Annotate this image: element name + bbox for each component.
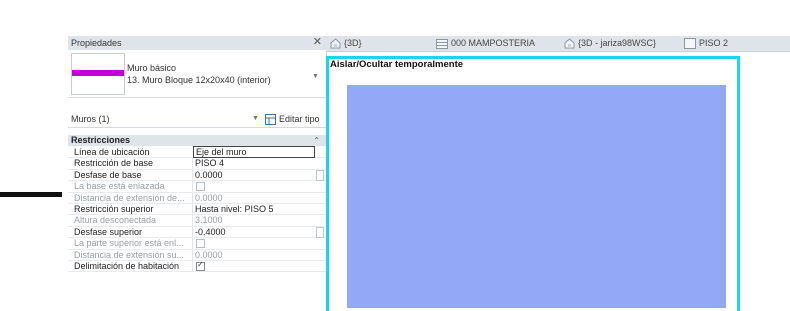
property-name: Altura desconectada — [74, 215, 157, 226]
edit-type-button[interactable]: Editar tipo — [265, 112, 325, 126]
house-3d-icon — [330, 38, 341, 49]
panel-title: Propiedades — [71, 38, 122, 48]
panel-title-bar: Propiedades ✕ — [68, 36, 326, 50]
chevron-down-icon[interactable]: ▼ — [252, 111, 259, 127]
selected-wall[interactable] — [347, 85, 726, 308]
property-row[interactable]: Desfase superior -0.4000 — [68, 226, 326, 239]
property-name: Delimitación de habitación — [74, 260, 180, 271]
property-row[interactable]: Restricción de base PISO 4 — [68, 158, 326, 170]
instance-filter[interactable]: Muros (1) ▼ Editar tipo — [68, 111, 326, 128]
property-value[interactable]: -0.4000 — [195, 227, 313, 237]
tab-label: 000 MAMPOSTERIA — [451, 38, 536, 48]
section-header-restricciones[interactable]: Restricciones ⌃ — [68, 135, 326, 146]
property-row[interactable]: Restricción superior Hasta nivel: PISO 5 — [68, 203, 326, 216]
property-name: Línea de ubicación — [74, 147, 150, 157]
property-row[interactable]: Delimitación de habitación — [68, 260, 326, 273]
property-value: 0.0000 — [195, 249, 223, 260]
property-name: La parte superior está enl... — [74, 238, 184, 249]
temporary-hide-isolate-banner: Aislar/Ocultar temporalmente — [330, 59, 464, 70]
house-3d-icon — [564, 38, 575, 49]
close-icon[interactable]: ✕ — [313, 35, 322, 49]
instance-filter-label: Muros (1) — [71, 114, 110, 124]
property-name: La base está enlazada — [74, 181, 165, 192]
property-row[interactable]: Línea de ubicación Eje del muro — [68, 146, 326, 159]
type-name: 13. Muro Bloque 12x20x40 (interior) — [127, 75, 271, 85]
floor-plan-icon — [436, 38, 448, 49]
chevron-down-icon[interactable]: ▼ — [312, 73, 319, 80]
wall-type-swatch-icon — [71, 53, 125, 95]
property-name: Restricción de base — [74, 158, 154, 169]
type-selector[interactable]: Muro básico 13. Muro Bloque 12x20x40 (in… — [68, 51, 326, 98]
sheet-icon — [684, 38, 696, 49]
property-name: Desfase superior — [74, 226, 143, 237]
property-row: La parte superior está enl... — [68, 238, 326, 250]
property-button[interactable] — [316, 226, 324, 238]
property-checkbox[interactable] — [196, 260, 205, 271]
property-name: Restricción superior — [74, 203, 154, 214]
tab-label: {3D} — [344, 38, 362, 48]
property-row: La base está enlazada — [68, 181, 326, 193]
collapse-icon[interactable]: ⌃ — [313, 135, 320, 146]
type-family: Muro básico — [127, 63, 177, 73]
property-value[interactable]: 0.0000 — [195, 170, 313, 180]
property-button[interactable] — [316, 169, 324, 181]
property-value[interactable]: Hasta nivel: PISO 5 — [195, 204, 313, 214]
edit-type-label: Editar tipo — [279, 114, 320, 124]
property-name: Distancia de extensión su... — [74, 249, 185, 260]
property-value: 0.0000 — [195, 192, 223, 203]
tab-000-mamposteria[interactable]: 000 MAMPOSTERIA — [436, 36, 535, 51]
property-checkbox — [196, 239, 205, 249]
property-value: 3.1000 — [195, 215, 223, 226]
property-name: Desfase de base — [74, 169, 142, 180]
property-row: Altura desconectada 3.1000 — [68, 215, 326, 227]
property-checkbox — [196, 182, 205, 192]
property-value[interactable]: PISO 4 — [195, 158, 313, 168]
view-tabs: {3D} 000 MAMPOSTERIA {3D - jariza98WSC} … — [326, 36, 790, 52]
edit-type-icon — [265, 113, 276, 125]
properties-panel: Propiedades ✕ Muro básico 13. Muro Bloqu… — [68, 36, 327, 308]
tab-label: PISO 2 — [699, 38, 729, 48]
tab-3d-jariza98wsc[interactable]: {3D - jariza98WSC} — [564, 36, 656, 51]
property-rows: Línea de ubicación Eje del muro Restricc… — [68, 146, 326, 273]
tab-3d[interactable]: {3D} — [330, 36, 362, 51]
tab-label: {3D - jariza98WSC} — [578, 38, 657, 48]
black-bar — [0, 192, 62, 197]
tab-piso-2[interactable]: PISO 2 — [684, 36, 728, 51]
property-row: Distancia de extensión de... 0.0000 — [68, 192, 326, 204]
property-value-input[interactable]: Eje del muro — [193, 146, 315, 158]
property-name: Distancia de extensión de... — [74, 192, 185, 203]
section-title: Restricciones — [71, 135, 131, 145]
property-row[interactable]: Desfase de base 0.0000 — [68, 169, 326, 182]
